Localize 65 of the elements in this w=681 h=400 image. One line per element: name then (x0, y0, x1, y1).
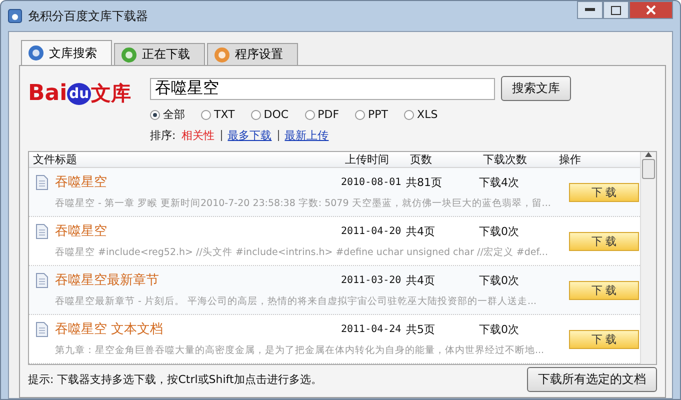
upload-date: 2011-03-20 (341, 274, 402, 286)
column-header: 文件标题 (32, 152, 78, 167)
radio-button[interactable] (355, 110, 366, 120)
upload-date: 2011-04-24 (341, 324, 402, 334)
radio-label: 全部 (163, 107, 185, 122)
radio-button[interactable] (304, 110, 315, 120)
document-icon (36, 224, 48, 238)
radio-button[interactable] (404, 110, 414, 120)
tab[interactable]: 文库搜索 (21, 40, 112, 65)
download-button[interactable]: 下 载 (569, 182, 639, 202)
page-count: 共81页 (406, 174, 443, 190)
download-button[interactable]: 下 载 (569, 330, 639, 348)
scrollbar-thumb[interactable] (642, 159, 655, 179)
document-snippet: 吞噬星空 #include<reg52.h> //头文件 #include<intrins.h> #define uchar unsigned char //宏定义 #def... (55, 246, 549, 258)
download-count: 下载4次 (479, 174, 520, 190)
search-button[interactable]: 搜索文库 (501, 76, 571, 101)
download-selected-button[interactable]: 下载所有选定的文档 (527, 366, 657, 392)
radio-button[interactable] (201, 110, 211, 120)
radio-label: TXT (214, 108, 235, 121)
download-button[interactable]: 下 载 (569, 280, 639, 300)
page-count: 共4页 (406, 272, 436, 288)
radio-button[interactable] (250, 110, 261, 120)
maximize-icon (611, 6, 621, 14)
tab[interactable]: 程序设置 (207, 43, 298, 65)
column-header: 页数 (409, 152, 433, 167)
hint-text: 提示: 下载器支持多选下载，按Ctrl或Shift加点击进行多选。 (28, 372, 322, 386)
logo: Bai du 文库 (28, 80, 132, 107)
page-count: 共5页 (406, 322, 436, 336)
minimize-icon (585, 8, 595, 12)
column-header: 下载次数 (482, 152, 528, 167)
download-count: 下载0次 (479, 224, 520, 238)
minimize-button[interactable] (577, 1, 603, 19)
radio-label: PPT (368, 108, 388, 121)
document-snippet: 吞噬星空 - 第一章 罗睺 更新时间2010-7-20 23:58:38 字数: 5079 天空墨蓝，就仿佛一块巨大的蓝色翡翠，留... (55, 196, 552, 210)
radio-label: PDF (318, 108, 340, 121)
document-snippet: 吞噬星空最新章节 - 片刻后。 平海公司的高层，热情的将来自虚拟宇宙公司驻乾巫大陆投资部的一群人送走... (55, 294, 538, 308)
document-icon (36, 272, 48, 288)
document-title[interactable]: 吞噬星空 文本文档 (55, 320, 341, 338)
window-title: 免积分百度文库下载器 (28, 8, 149, 24)
download-count: 下载0次 (479, 272, 520, 288)
radio-label: DOC (264, 108, 289, 121)
column-header: 操作 (558, 152, 582, 167)
radio-button[interactable] (150, 110, 160, 120)
document-icon (36, 174, 48, 190)
radio-label: XLS (417, 108, 438, 121)
upload-date: 2011-04-20 (341, 226, 402, 236)
search-field[interactable]: 吞噬星空 (150, 78, 495, 100)
download-button[interactable]: 下 载 (569, 232, 639, 250)
tab[interactable]: 正在下载 (114, 43, 205, 65)
sort-link[interactable]: 相关性 (182, 128, 215, 143)
close-button[interactable] (629, 1, 673, 19)
sort-link[interactable]: 最新上传 (284, 128, 329, 143)
document-icon (36, 322, 48, 336)
page-count: 共4页 (406, 224, 436, 238)
sort-link[interactable]: 最多下载 (228, 128, 272, 143)
download-count: 下载0次 (479, 322, 520, 336)
maximize-button[interactable] (603, 1, 629, 19)
upload-date: 2010-08-01 (341, 176, 402, 188)
sort-label: 排序: (150, 128, 176, 143)
app-icon (8, 9, 22, 23)
document-title[interactable]: 吞噬星空 (55, 222, 341, 240)
document-snippet: 第九章：星空金角巨兽吞噬大量的高密度金属，是为了把金属在体内转化为自身的能量，体内世界经过不断地... (55, 344, 546, 356)
column-header: 上传时间 (344, 152, 390, 167)
close-icon (646, 5, 656, 15)
scroll-up-arrow-icon[interactable] (645, 152, 652, 157)
